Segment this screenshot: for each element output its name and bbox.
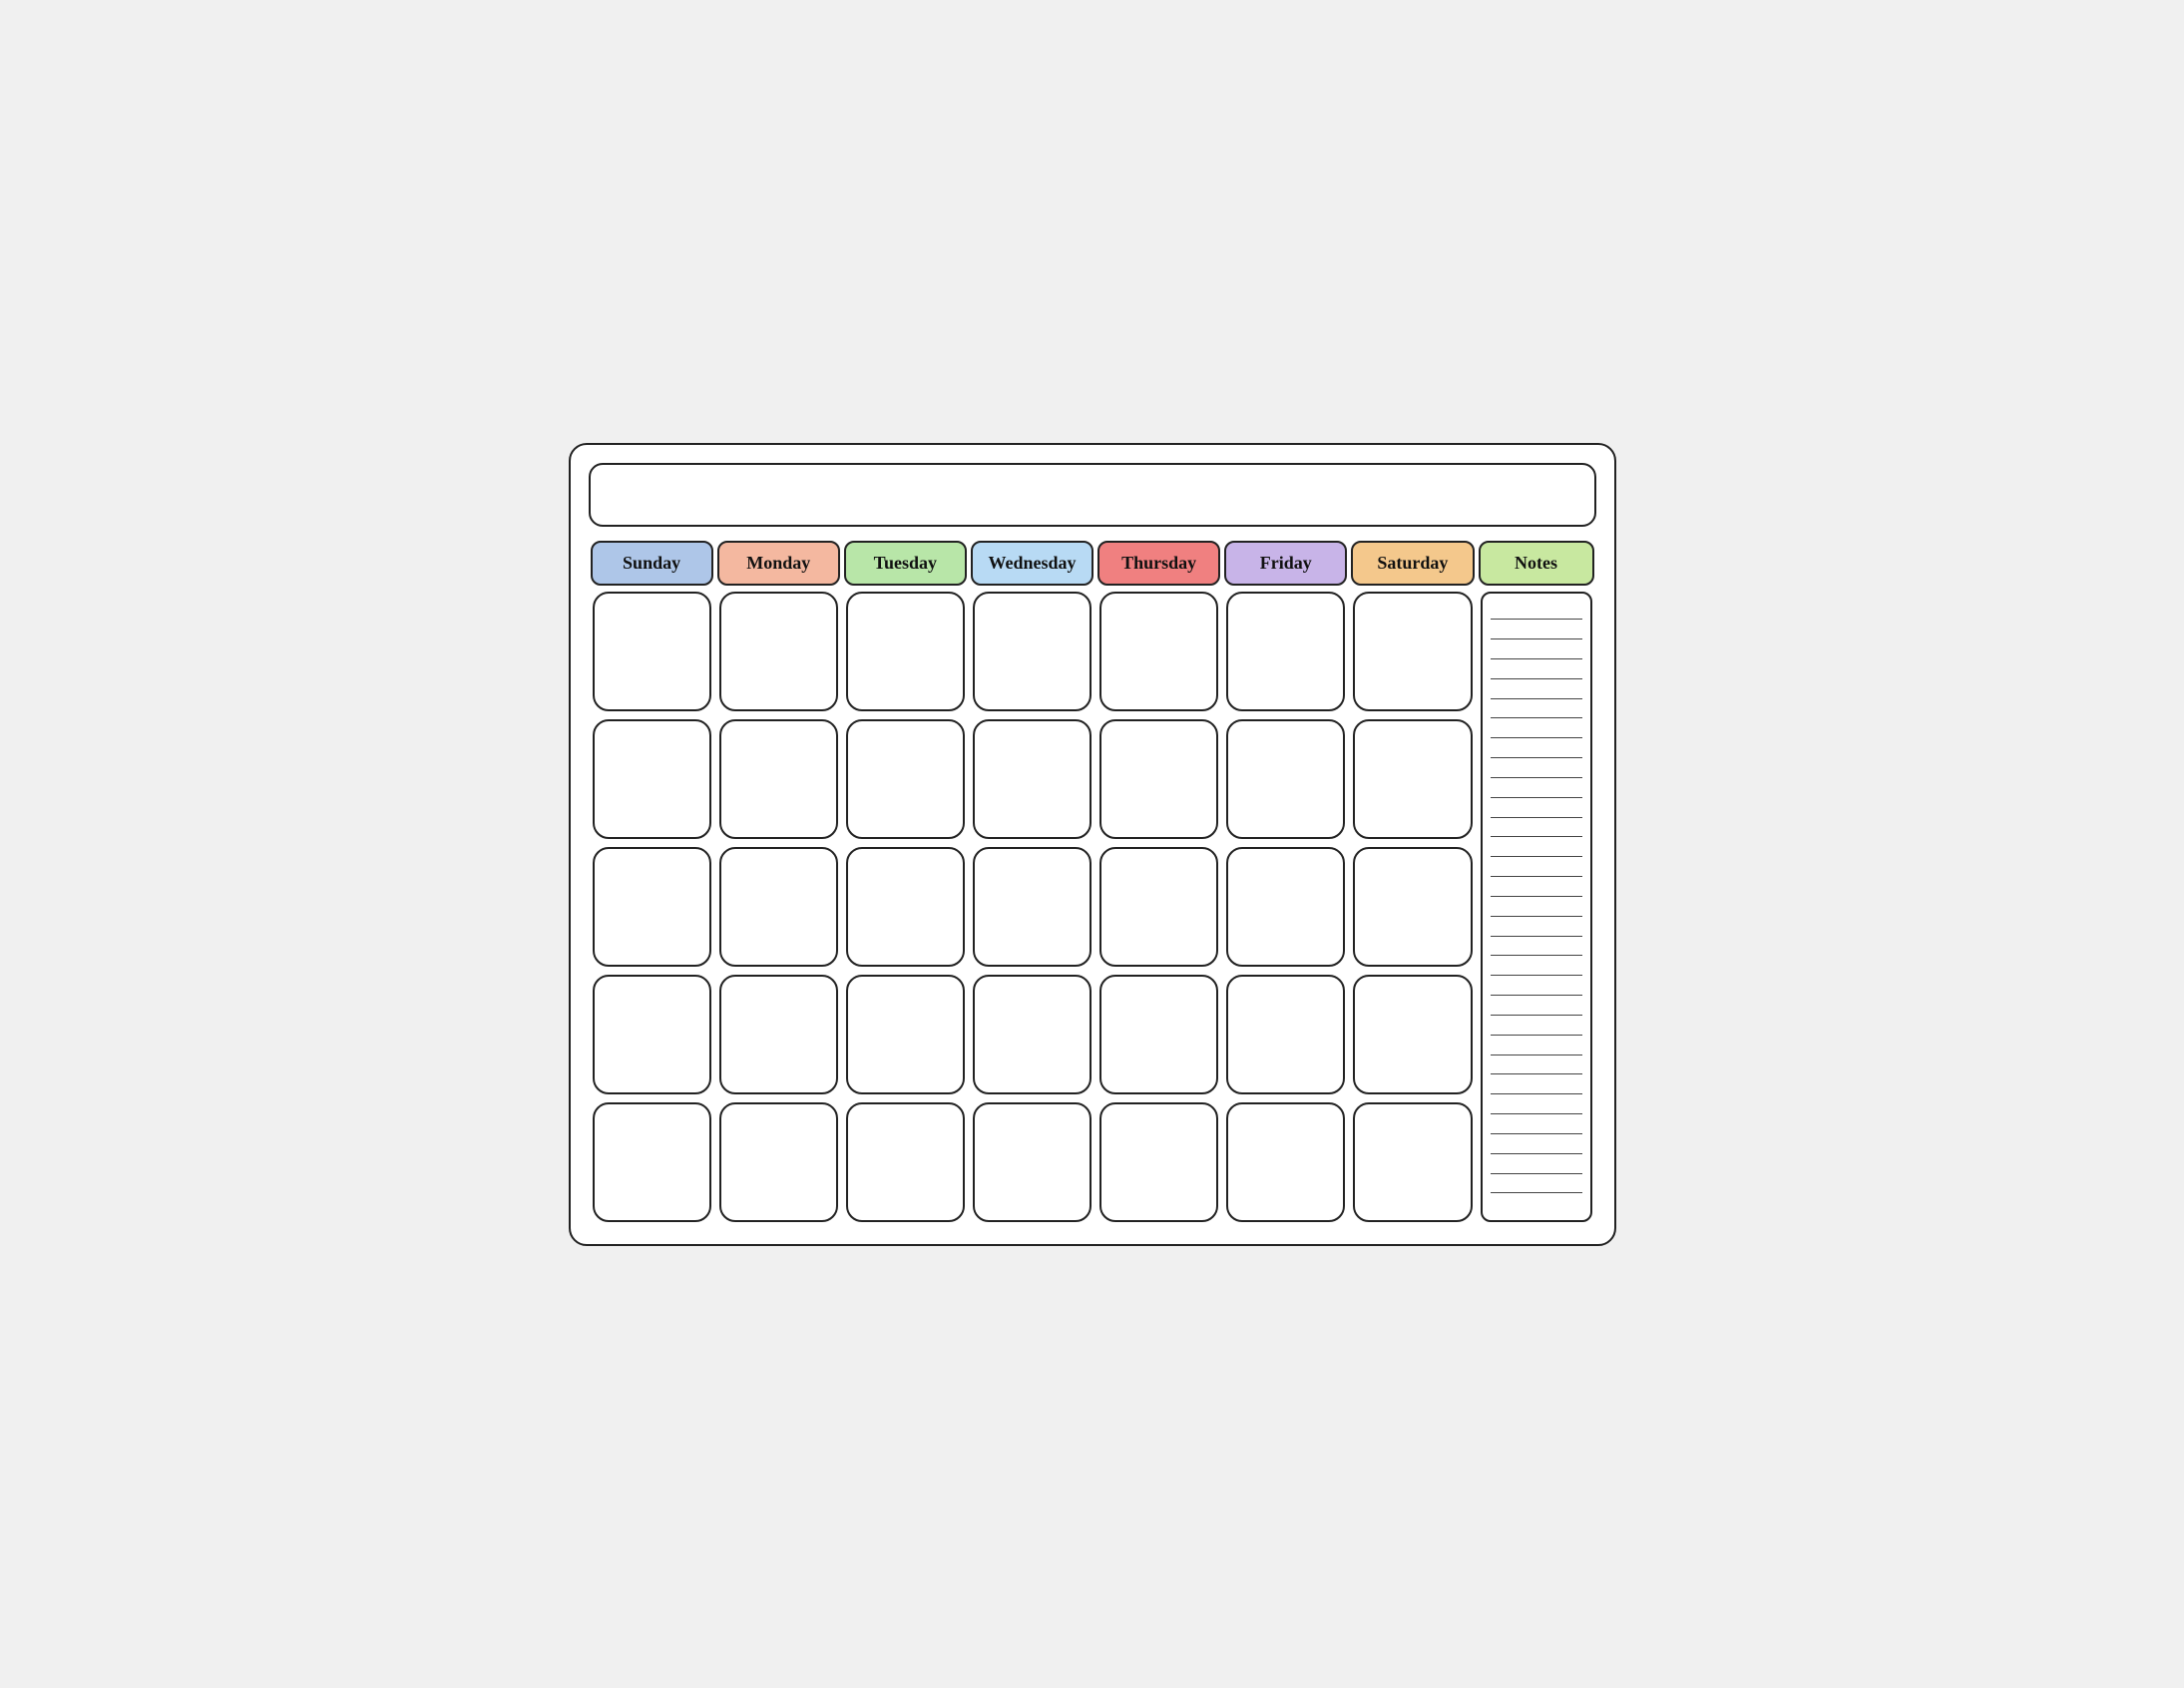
cell-r5-thu[interactable]	[1099, 1102, 1218, 1222]
note-line	[1491, 1035, 1582, 1036]
note-line	[1491, 1153, 1582, 1154]
header-notes: Notes	[1479, 541, 1594, 586]
header-saturday: Saturday	[1351, 541, 1474, 586]
note-line	[1491, 757, 1582, 758]
cell-r4-sat[interactable]	[1353, 975, 1472, 1094]
note-line	[1491, 896, 1582, 897]
cell-r2-sat[interactable]	[1353, 719, 1472, 839]
cell-r3-mon[interactable]	[719, 847, 838, 967]
note-line	[1491, 817, 1582, 818]
calendar-wrapper: Sunday Monday Tuesday Wednesday Thursday…	[569, 443, 1616, 1246]
cell-r1-mon[interactable]	[719, 592, 838, 711]
note-line	[1491, 1113, 1582, 1114]
header-monday: Monday	[717, 541, 840, 586]
cell-r2-tue[interactable]	[846, 719, 965, 839]
cell-r5-fri[interactable]	[1226, 1102, 1345, 1222]
header-thursday: Thursday	[1097, 541, 1220, 586]
cell-r4-wed[interactable]	[973, 975, 1092, 1094]
cell-r1-thu[interactable]	[1099, 592, 1218, 711]
note-line	[1491, 1173, 1582, 1174]
cell-r3-fri[interactable]	[1226, 847, 1345, 967]
note-line	[1491, 975, 1582, 976]
note-line	[1491, 777, 1582, 778]
cell-r5-sat[interactable]	[1353, 1102, 1472, 1222]
note-line	[1491, 698, 1582, 699]
note-line	[1491, 1192, 1582, 1193]
note-line	[1491, 678, 1582, 679]
cell-r3-tue[interactable]	[846, 847, 965, 967]
header-friday: Friday	[1224, 541, 1347, 586]
note-line	[1491, 1093, 1582, 1094]
note-line	[1491, 1133, 1582, 1134]
header-tuesday: Tuesday	[844, 541, 967, 586]
note-line	[1491, 836, 1582, 837]
cell-r5-sun[interactable]	[593, 1102, 711, 1222]
cell-r2-fri[interactable]	[1226, 719, 1345, 839]
note-line	[1491, 995, 1582, 996]
cell-r4-mon[interactable]	[719, 975, 838, 1094]
cell-r2-mon[interactable]	[719, 719, 838, 839]
cell-r1-wed[interactable]	[973, 592, 1092, 711]
cell-r1-fri[interactable]	[1226, 592, 1345, 711]
note-line	[1491, 737, 1582, 738]
cell-r1-tue[interactable]	[846, 592, 965, 711]
cell-r2-thu[interactable]	[1099, 719, 1218, 839]
cell-r4-fri[interactable]	[1226, 975, 1345, 1094]
note-line	[1491, 717, 1582, 718]
note-line	[1491, 619, 1582, 620]
notes-area[interactable]	[1481, 592, 1592, 1222]
cell-r4-thu[interactable]	[1099, 975, 1218, 1094]
title-bar[interactable]	[589, 463, 1596, 527]
cell-r2-wed[interactable]	[973, 719, 1092, 839]
note-line	[1491, 916, 1582, 917]
note-line	[1491, 797, 1582, 798]
cell-r5-mon[interactable]	[719, 1102, 838, 1222]
note-line	[1491, 1073, 1582, 1074]
cell-r1-sun[interactable]	[593, 592, 711, 711]
note-line	[1491, 1015, 1582, 1016]
note-line	[1491, 955, 1582, 956]
note-line	[1491, 876, 1582, 877]
cell-r3-sun[interactable]	[593, 847, 711, 967]
note-line	[1491, 936, 1582, 937]
cell-r3-wed[interactable]	[973, 847, 1092, 967]
cell-r3-thu[interactable]	[1099, 847, 1218, 967]
cell-r2-sun[interactable]	[593, 719, 711, 839]
cell-r5-wed[interactable]	[973, 1102, 1092, 1222]
cell-r4-tue[interactable]	[846, 975, 965, 1094]
header-wednesday: Wednesday	[971, 541, 1093, 586]
note-line	[1491, 658, 1582, 659]
calendar-grid: Sunday Monday Tuesday Wednesday Thursday…	[589, 539, 1596, 1226]
note-line	[1491, 856, 1582, 857]
cell-r1-sat[interactable]	[1353, 592, 1472, 711]
cell-r4-sun[interactable]	[593, 975, 711, 1094]
note-line	[1491, 638, 1582, 639]
cell-r3-sat[interactable]	[1353, 847, 1472, 967]
header-sunday: Sunday	[591, 541, 713, 586]
cell-r5-tue[interactable]	[846, 1102, 965, 1222]
